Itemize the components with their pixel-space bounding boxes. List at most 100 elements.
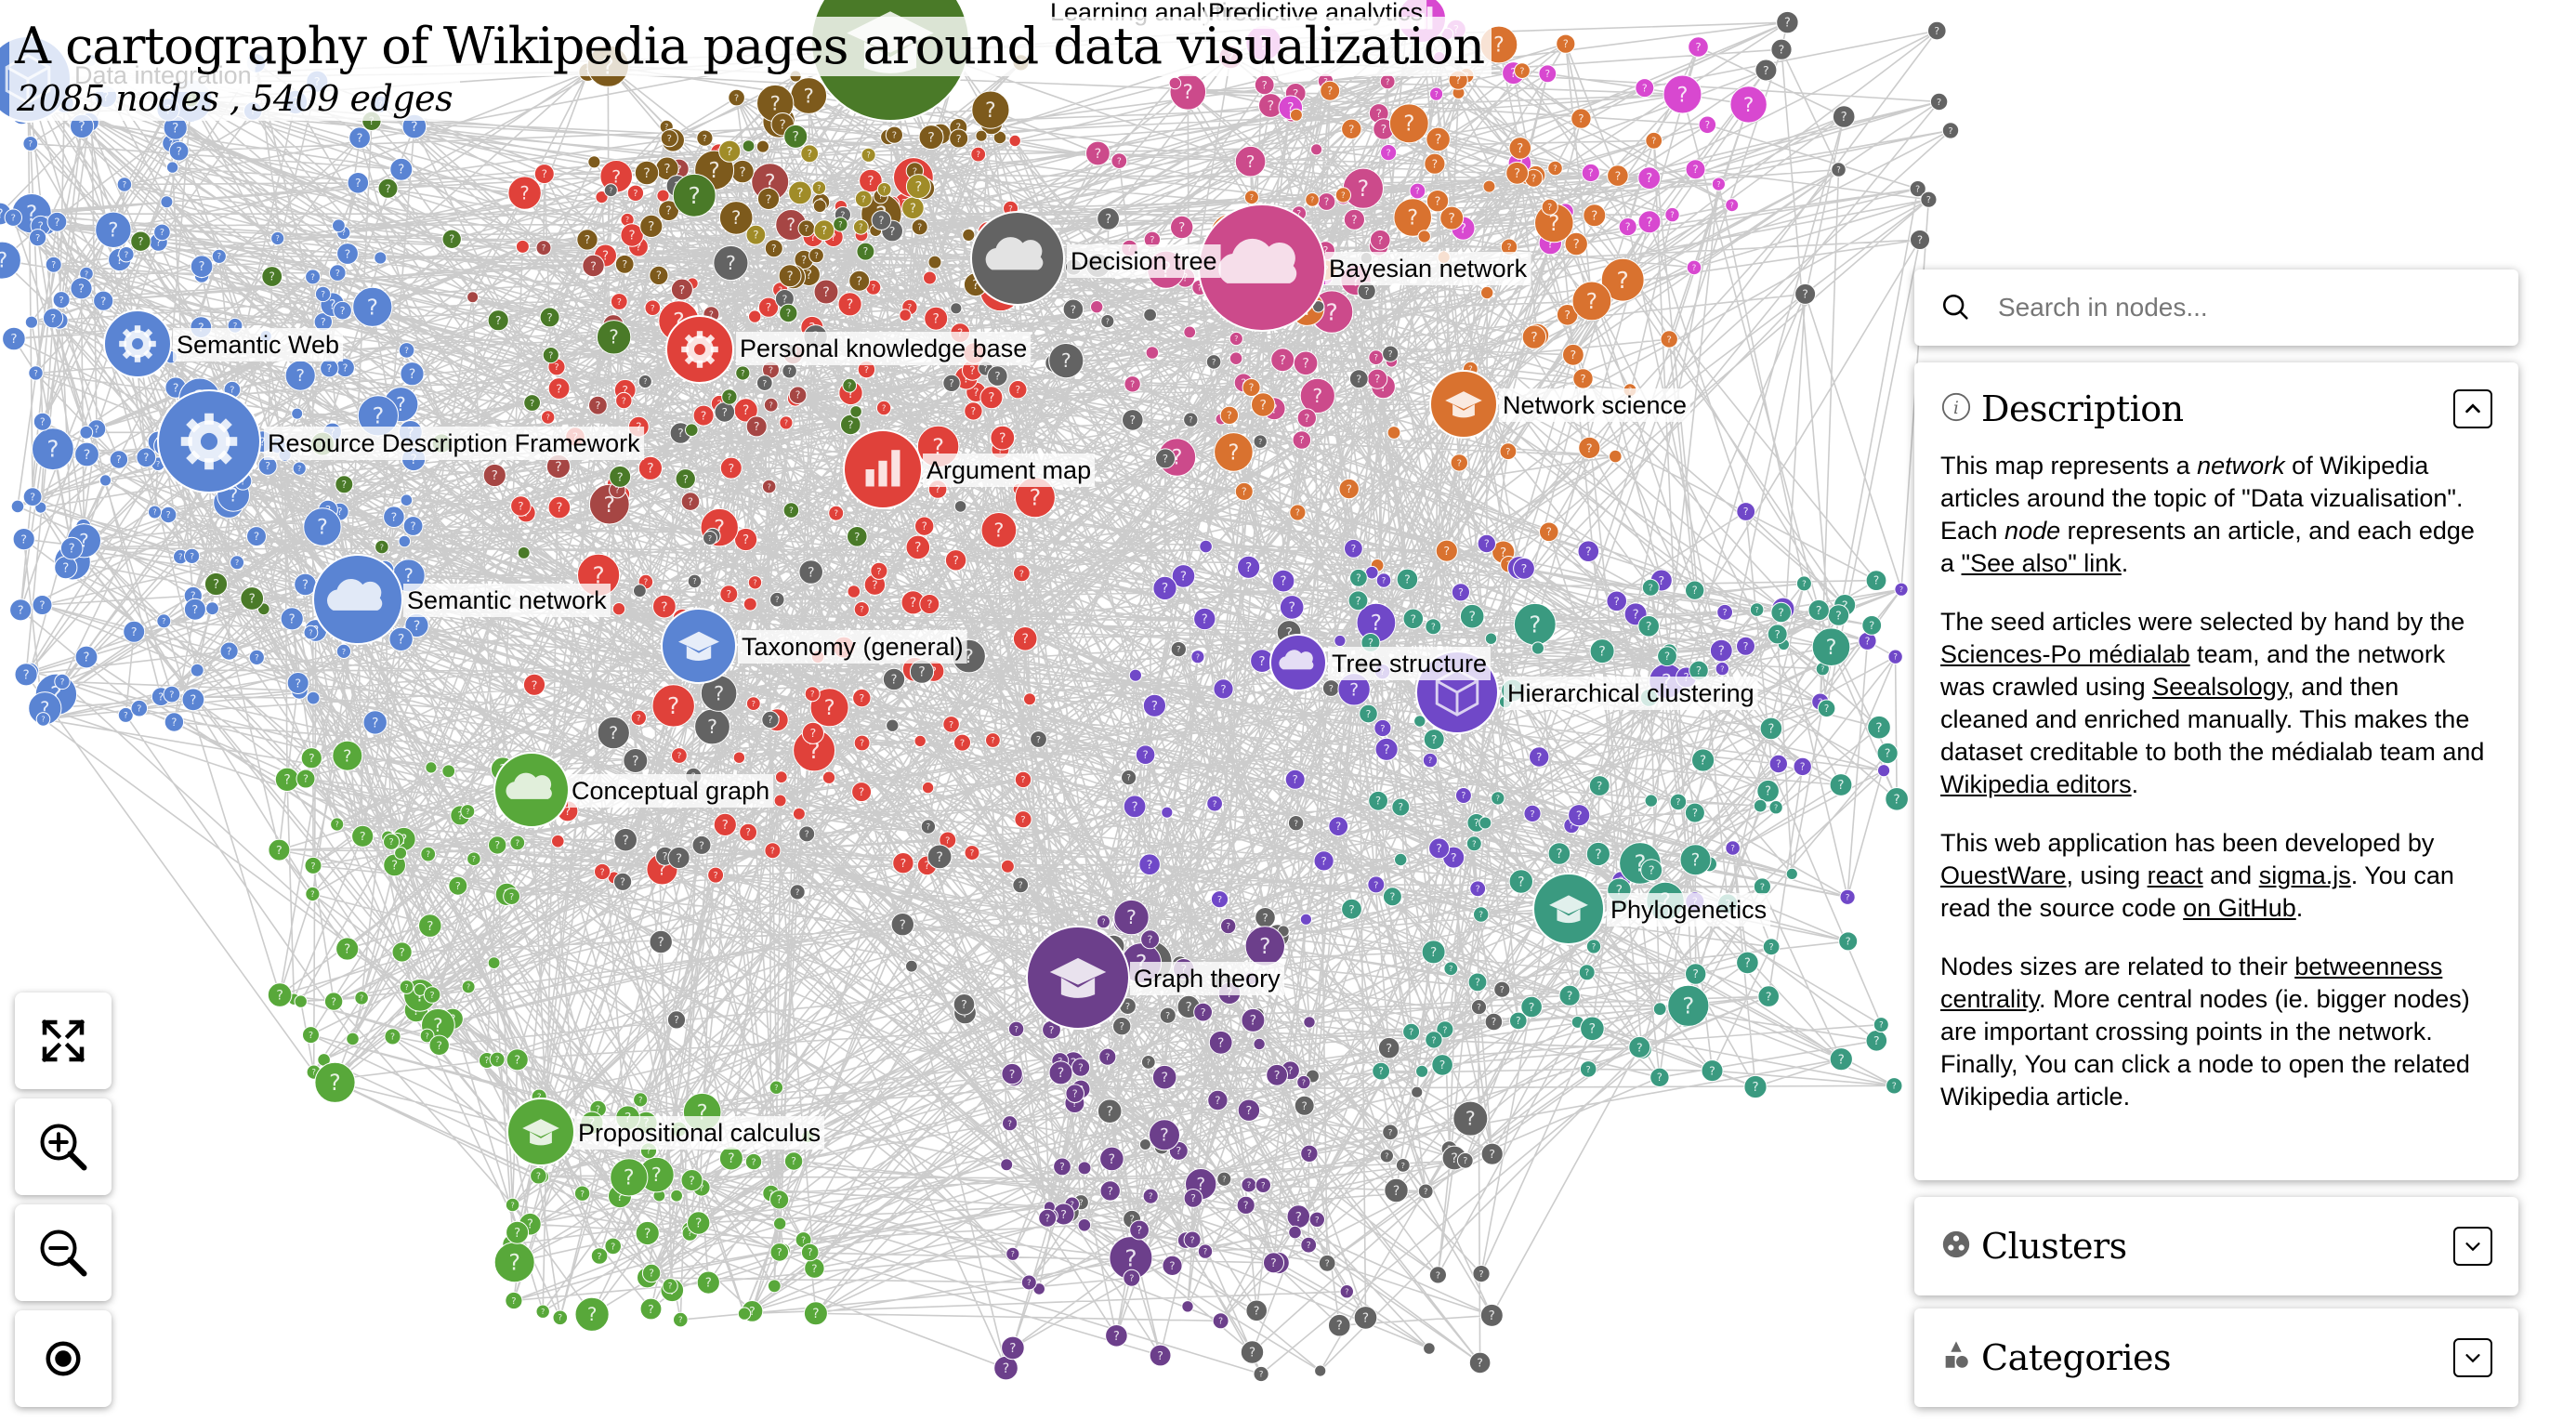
graph-node[interactable]: ? xyxy=(985,732,1001,748)
graph-node[interactable]: ? xyxy=(428,1034,450,1057)
graph-node[interactable]: ? xyxy=(803,1301,828,1326)
graph-node[interactable]: ? xyxy=(1606,590,1627,612)
graph-node-tree-structure[interactable] xyxy=(1269,634,1327,691)
graph-node[interactable]: ? xyxy=(184,547,201,565)
graph-node[interactable] xyxy=(812,199,827,214)
graph-node[interactable]: ? xyxy=(1382,345,1400,362)
graph-node[interactable]: ? xyxy=(718,139,742,163)
graph-node[interactable]: ? xyxy=(1212,1312,1229,1330)
graph-node[interactable]: ? xyxy=(852,218,869,235)
graph-node-propositional-calculus[interactable] xyxy=(506,1098,575,1166)
graph-node[interactable]: ? xyxy=(391,941,413,963)
graph-node[interactable]: ? xyxy=(1743,1074,1768,1099)
reset-view-button[interactable] xyxy=(15,1310,112,1407)
graph-node[interactable]: ? xyxy=(783,1151,804,1171)
graph-node[interactable]: ? xyxy=(1470,999,1488,1016)
graph-node[interactable]: ? xyxy=(362,710,388,735)
graph-node[interactable]: ? xyxy=(1377,1036,1400,1059)
graph-node[interactable]: ? xyxy=(1755,59,1778,82)
graph-node[interactable]: ? xyxy=(1242,378,1261,397)
graph-node[interactable]: ? xyxy=(1579,1060,1597,1078)
graph-node[interactable]: ? xyxy=(1637,166,1662,191)
graph-node[interactable]: ? xyxy=(400,362,425,387)
graph-node[interactable] xyxy=(742,139,756,153)
graph-node[interactable]: ? xyxy=(280,607,304,631)
graph-node[interactable]: ? xyxy=(1020,1274,1037,1291)
graph-node[interactable]: ? xyxy=(1749,602,1765,617)
graph-node[interactable]: ? xyxy=(1014,770,1032,789)
graph-node[interactable]: ? xyxy=(924,306,949,331)
graph-node[interactable] xyxy=(294,994,308,1008)
graph-node[interactable]: ? xyxy=(964,845,980,861)
graph-node[interactable]: ? xyxy=(769,1242,790,1262)
graph-node[interactable]: ? xyxy=(1005,1246,1020,1261)
graph-node[interactable]: ? xyxy=(45,256,62,273)
graph-node[interactable]: ? xyxy=(1374,737,1399,761)
graph-node[interactable]: ? xyxy=(875,400,892,416)
graph-node[interactable]: ? xyxy=(1105,1324,1128,1348)
graph-node[interactable]: ? xyxy=(637,374,652,389)
graph-node[interactable] xyxy=(346,1032,360,1046)
graph-node-phylogenetics[interactable] xyxy=(1532,873,1605,945)
graph-node[interactable]: ? xyxy=(1236,1195,1255,1216)
graph-node[interactable]: ? xyxy=(1729,85,1768,124)
graph-node-taxonomy-general[interactable] xyxy=(661,608,737,684)
graph-node[interactable]: ? xyxy=(1443,961,1459,977)
clusters-expand-button[interactable] xyxy=(2453,1227,2492,1266)
graph-node[interactable]: ? xyxy=(542,347,559,364)
graph-node[interactable]: ? xyxy=(1568,804,1591,827)
graph-node[interactable]: ? xyxy=(1152,575,1177,601)
graph-node[interactable]: ? xyxy=(652,594,677,619)
graph-node[interactable]: ? xyxy=(1292,430,1312,450)
graph-node[interactable] xyxy=(332,218,346,233)
graph-node[interactable] xyxy=(306,690,321,705)
graph-node[interactable]: ? xyxy=(1342,167,1385,209)
graph-node[interactable]: ? xyxy=(905,534,931,560)
graph-node[interactable] xyxy=(1479,816,1492,830)
graph-node[interactable]: ? xyxy=(1873,1017,1889,1033)
graph-node[interactable]: ? xyxy=(783,124,808,149)
graph-node[interactable]: ? xyxy=(769,1190,790,1210)
graph-node[interactable]: ? xyxy=(1122,409,1144,431)
graph-node[interactable]: ? xyxy=(1428,837,1451,860)
graph-node[interactable]: ? xyxy=(284,360,316,391)
graph-node[interactable]: ? xyxy=(744,1152,763,1171)
graph-node[interactable]: ? xyxy=(1827,604,1850,626)
graph-node[interactable]: ? xyxy=(523,394,541,412)
graph-node[interactable] xyxy=(1334,634,1347,648)
graph-node[interactable]: ? xyxy=(1637,210,1662,234)
graph-node[interactable]: ? xyxy=(1205,354,1222,370)
graph-node[interactable]: ? xyxy=(1038,1208,1058,1228)
graph-node[interactable]: ? xyxy=(609,465,632,488)
graph-node[interactable] xyxy=(656,189,670,203)
graph-node[interactable]: ? xyxy=(32,427,74,471)
graph-node[interactable]: ? xyxy=(1243,190,1259,205)
graph-node[interactable]: ? xyxy=(1865,1030,1888,1052)
graph-node[interactable]: ? xyxy=(1183,1189,1203,1208)
graph-node[interactable] xyxy=(1077,1161,1092,1176)
graph-node[interactable]: ? xyxy=(552,1309,569,1326)
graph-node[interactable]: ? xyxy=(482,463,506,488)
graph-node[interactable]: ? xyxy=(163,685,181,703)
graph-node[interactable]: ? xyxy=(680,492,701,511)
graph-node[interactable]: ? xyxy=(1048,1060,1073,1085)
graph-node[interactable]: ? xyxy=(1767,624,1788,645)
graph-node[interactable]: ? xyxy=(764,239,783,258)
graph-node[interactable]: ? xyxy=(1588,775,1610,796)
graph-node[interactable]: ? xyxy=(1776,10,1799,34)
graph-node[interactable]: ? xyxy=(190,255,214,279)
graph-node[interactable]: ? xyxy=(461,980,476,994)
graph-node-semantic-web[interactable] xyxy=(103,309,172,378)
graph-node[interactable]: ? xyxy=(1210,890,1229,909)
graph-node[interactable]: ? xyxy=(1344,538,1363,559)
graph-node[interactable]: ? xyxy=(610,1158,649,1197)
graph-node[interactable] xyxy=(1183,325,1197,339)
graph-node[interactable]: ? xyxy=(1762,938,1781,956)
graph-node[interactable] xyxy=(1394,852,1408,867)
graph-node[interactable] xyxy=(205,601,219,616)
graph-node[interactable]: ? xyxy=(779,415,794,430)
graph-node[interactable]: ? xyxy=(1472,1265,1491,1283)
graph-node[interactable]: ? xyxy=(1007,1020,1025,1038)
graph-node[interactable]: ? xyxy=(1375,572,1392,588)
graph-node[interactable]: ? xyxy=(156,613,172,629)
